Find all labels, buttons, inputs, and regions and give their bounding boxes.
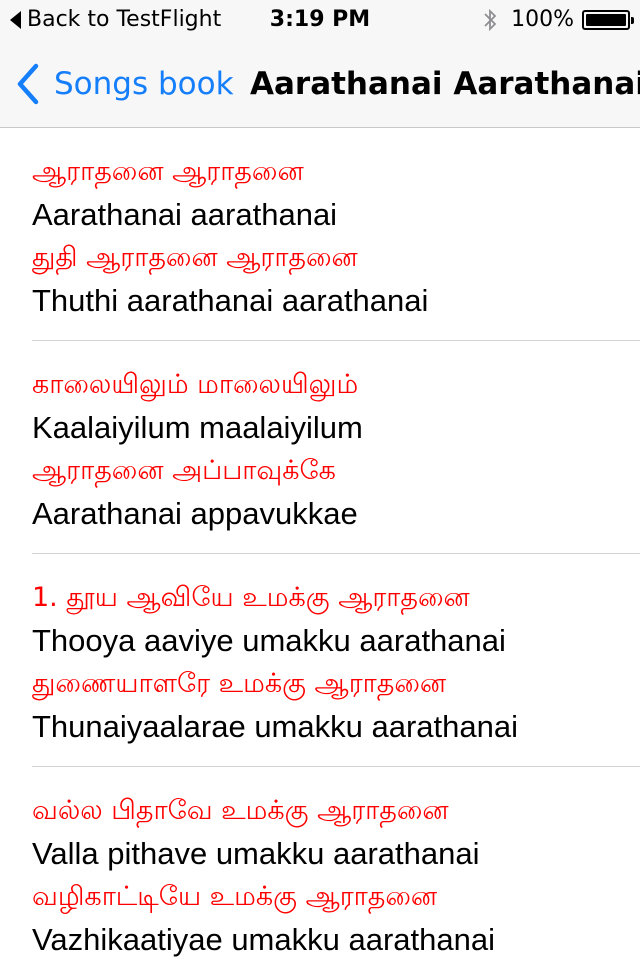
english-line: Valla pithave umakku aarathanai (32, 836, 480, 871)
bluetooth-icon (484, 8, 497, 32)
battery-fill (586, 14, 626, 26)
stanza: 1. தூய ஆவியே உமக்கு ஆராதனை Thooya aaviye… (32, 554, 640, 767)
english-line: Thooya aaviye umakku aarathanai (32, 623, 506, 658)
stanza: காலையிலும் மாலையிலும் Kaalaiyilum maalai… (32, 341, 640, 554)
english-line: Thuthi aarathanai aarathanai (32, 283, 429, 318)
status-right: 100% (483, 6, 634, 34)
english-line: Aarathanai aarathanai (32, 197, 338, 232)
tamil-line: துணையாளரே உமக்கு ஆராதனை (32, 668, 447, 699)
tamil-line: காலையிலும் மாலையிலும் (32, 369, 359, 400)
english-line: Aarathanai appavukkae (32, 496, 358, 531)
tamil-line: ஆராதனை ஆராதனை (32, 156, 304, 187)
english-line: Thunaiyaalarae umakku aarathanai (32, 709, 518, 744)
english-line: Kaalaiyilum maalaiyilum (32, 410, 363, 445)
nav-back-button[interactable]: Songs book (14, 60, 234, 108)
nav-back-label: Songs book (54, 66, 234, 102)
tamil-line: 1. தூய ஆவியே உமக்கு ஆராதனை (32, 582, 470, 613)
english-line: Vazhikaatiyae umakku aarathanai (32, 922, 495, 957)
tamil-line: வல்ல பிதாவே உமக்கு ஆராதனை (32, 795, 449, 826)
tamil-line: ஆராதனை அப்பாவுக்கே (32, 455, 336, 486)
tamil-line: துதி ஆராதனை ஆராதனை (32, 242, 358, 273)
battery-percent: 100% (511, 7, 574, 32)
chevron-left-icon (17, 63, 39, 105)
song-lyrics[interactable]: ஆராதனை ஆராதனை Aarathanai aarathanai துதி… (0, 128, 640, 960)
status-bar: Back to TestFlight 3:19 PM 100% (0, 0, 640, 40)
navigation-bar: Songs book Aarathanai Aarathanai (0, 40, 640, 128)
battery-icon (582, 10, 634, 30)
tamil-line: வழிகாட்டியே உமக்கு ஆராதனை (32, 881, 438, 912)
stanza: ஆராதனை ஆராதனை Aarathanai aarathanai துதி… (32, 128, 640, 341)
stanza: வல்ல பிதாவே உமக்கு ஆராதனை Valla pithave … (32, 767, 640, 960)
page-title: Aarathanai Aarathanai (250, 66, 640, 102)
